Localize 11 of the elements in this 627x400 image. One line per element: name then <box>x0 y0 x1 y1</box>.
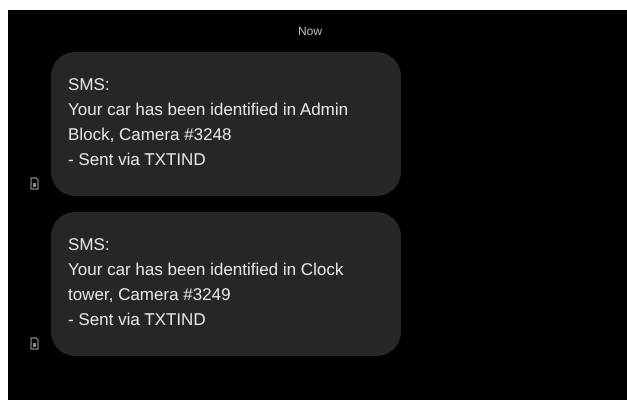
sim-card-icon <box>30 177 39 190</box>
timestamp: Now <box>298 24 322 38</box>
message-header: SMS: <box>68 234 111 256</box>
message-bubble[interactable]: SMS: Your car has been identified in Clock tower, Camera #3249 - Sent via TXTIND <box>51 212 401 356</box>
message-bubble[interactable]: SMS: Your car has been identified in Admin Block, Camera #3248 - Sent via TXTIND <box>51 52 401 196</box>
message-body: Your car has been identified in Admin Block, Camera #3248 <box>68 99 350 146</box>
message-signature: - Sent via TXTIND <box>68 309 207 331</box>
message-header: SMS: <box>68 74 111 96</box>
message-body: Your car has been identified in Clock tower, Camera #3249 <box>68 259 344 306</box>
message-signature: - Sent via TXTIND <box>68 149 207 171</box>
sim-card-icon <box>30 337 39 350</box>
